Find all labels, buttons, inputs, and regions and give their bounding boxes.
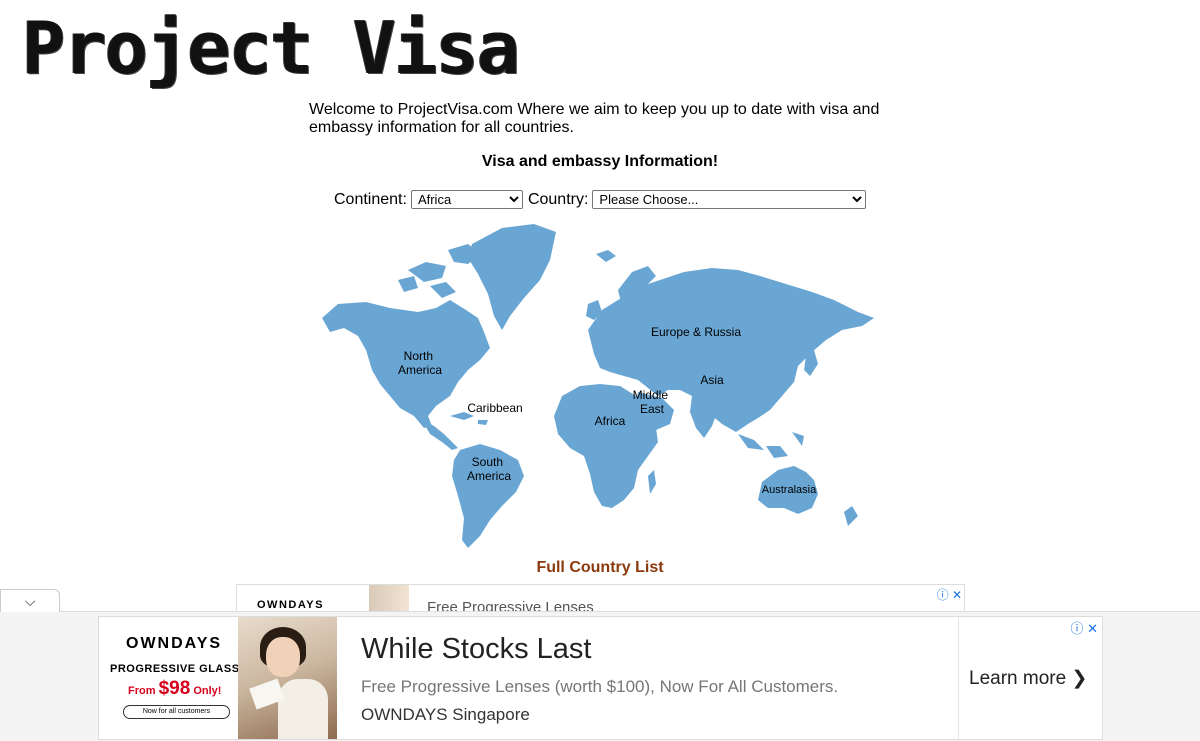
- map-label-africa[interactable]: Africa: [595, 414, 626, 428]
- site-logo[interactable]: Project Visa: [22, 8, 520, 88]
- ad-advertiser: OWNDAYS Singapore: [361, 705, 530, 724]
- chevron-right-icon: ❯: [1071, 668, 1088, 689]
- sticky-ad[interactable]: OWNDAYS PROGRESSIVE GLASSES From $98 Onl…: [98, 616, 1103, 740]
- continent-label: Continent:: [334, 190, 407, 208]
- ad-brand-logo: OWNDAYS: [126, 635, 223, 652]
- map-label-asia[interactable]: Asia: [700, 373, 724, 387]
- welcome-text: Welcome to ProjectVisa.com Where we aim …: [309, 101, 880, 136]
- collapse-ad-chevron-icon[interactable]: ⌵: [0, 589, 60, 612]
- map-arctic-islands: [398, 244, 480, 298]
- section-title: Visa and embassy Information!: [481, 153, 719, 170]
- map-label-south-america[interactable]: South America: [467, 455, 511, 483]
- map-iceland: [596, 250, 616, 262]
- continent-select[interactable]: Africa: [410, 190, 523, 209]
- map-label-europe-russia[interactable]: Europe & Russia: [651, 325, 741, 339]
- map-land: [322, 224, 874, 548]
- selector-row: Continent: Africa Country: Please Choose…: [334, 190, 871, 209]
- ad-pill: Now for all customers: [123, 705, 230, 719]
- ad-photo: [238, 617, 337, 739]
- inline-ad-close-icon[interactable]: ⓘ ✕: [937, 586, 962, 603]
- ad-description: Free Progressive Lenses (worth $100), No…: [361, 677, 839, 696]
- map-se-asia-islands: [738, 432, 804, 458]
- ad-headline[interactable]: While Stocks Last: [361, 633, 591, 666]
- ad-product: PROGRESSIVE GLASSES: [110, 663, 256, 675]
- map-madagascar: [648, 470, 656, 494]
- ad-price: From $98 Only!: [128, 678, 222, 699]
- inline-ad-brand: OWNDAYS: [257, 599, 324, 611]
- country-label: Country:: [527, 190, 589, 208]
- country-select[interactable]: Please Choose...: [592, 190, 867, 209]
- map-greenland[interactable]: [468, 224, 556, 330]
- map-label-north-america[interactable]: North America: [398, 349, 442, 377]
- full-country-list-link[interactable]: Full Country List: [0, 559, 1200, 577]
- learn-more-button[interactable]: Learn more ❯: [969, 667, 1087, 690]
- world-map[interactable]: North America Caribbean South America Eu…: [318, 220, 878, 550]
- map-central-america[interactable]: [422, 420, 458, 450]
- sticky-ad-close-icon[interactable]: ⓘ ✕: [1070, 618, 1098, 637]
- ad-creative[interactable]: OWNDAYS PROGRESSIVE GLASSES From $98 Onl…: [99, 617, 337, 739]
- map-label-caribbean[interactable]: Caribbean: [467, 401, 522, 415]
- map-label-australasia[interactable]: Australasia: [762, 484, 817, 496]
- map-new-zealand: [844, 506, 858, 526]
